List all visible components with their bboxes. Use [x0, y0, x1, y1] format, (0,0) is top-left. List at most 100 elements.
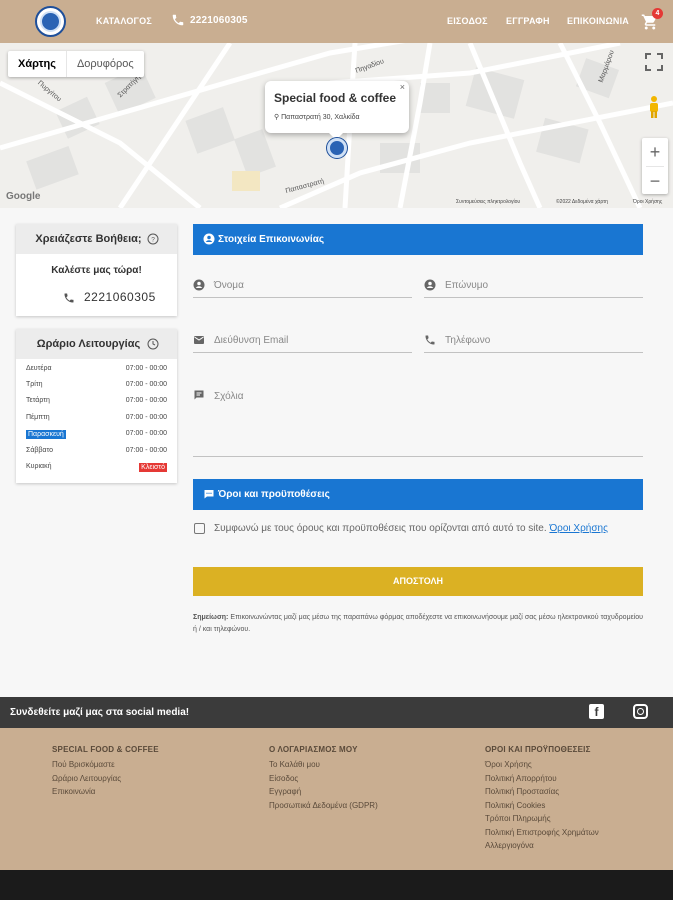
terms-agreement-text: Συμφωνώ με τους όρους και προϋποθέσεις π… — [214, 523, 547, 534]
footer-link[interactable]: Τρόποι Πληρωμής — [485, 812, 599, 826]
note-text: Επικοινωνώντας μαζί μας μέσω της παραπάν… — [193, 614, 643, 633]
help-subtitle: Καλέστε μας τώρα! — [51, 265, 142, 276]
email-field[interactable]: Διεύθυνση Email — [193, 331, 412, 353]
pegman-icon[interactable] — [648, 95, 660, 119]
help-title: Χρειάζεστε Βοήθεια; — [35, 233, 142, 245]
help-phone-number[interactable]: 2221060305 — [84, 290, 156, 304]
hours-day: Δευτέρα — [26, 365, 52, 372]
copyright-bar — [0, 870, 673, 900]
footer-col-account: Ο ΛΟΓΑΡΙΑΣΜΟΣ ΜΟΥ Το Καλάθι μου Είσοδος … — [269, 745, 378, 812]
help-card: Χρειάζεστε Βοήθεια; ? Καλέστε μας τώρα! … — [16, 224, 177, 316]
comments-placeholder: Σχόλια — [214, 391, 244, 402]
phone-placeholder: Τηλέφωνο — [445, 335, 491, 346]
terms-header: Όροι και προϋποθέσεις — [193, 479, 643, 510]
phone-icon — [172, 14, 184, 26]
terms-of-use-link[interactable]: Όροι Χρήσης — [549, 523, 607, 534]
hours-day: Τετάρτη — [26, 397, 50, 404]
facebook-icon[interactable]: f — [589, 704, 604, 719]
first-name-placeholder: Όνομα — [214, 280, 244, 291]
last-name-field[interactable]: Επώνυμο — [424, 276, 643, 298]
terms-checkbox[interactable] — [194, 523, 205, 534]
header-phone-link[interactable]: 2221060305 — [190, 15, 248, 26]
map-marker[interactable] — [327, 138, 347, 158]
footer-link[interactable]: Αλλεργιογόνα — [485, 839, 599, 853]
footer-link[interactable]: Πολιτική Επιστροφής Χρημάτων — [485, 826, 599, 840]
help-card-header: Χρειάζεστε Βοήθεια; ? — [16, 224, 177, 254]
clock-icon — [147, 338, 159, 350]
info-window-title: Special food & coffee — [274, 91, 397, 105]
footer-heading: ΟΡΟΙ ΚΑΙ ΠΡΟΫΠΟΘΕΣΕΙΣ — [485, 745, 591, 754]
nav-login-link[interactable]: ΕΙΣΟΔΟΣ — [447, 16, 488, 26]
phone-field[interactable]: Τηλέφωνο — [424, 331, 643, 353]
hours-day: Κυριακή — [26, 463, 52, 470]
footer-link[interactable]: Είσοδος — [269, 772, 378, 786]
user-icon — [203, 233, 215, 245]
footer-link[interactable]: Πού Βρισκόμαστε — [52, 758, 159, 772]
footer-link[interactable]: Εγγραφή — [269, 785, 378, 799]
cart-count-badge: 4 — [652, 8, 663, 19]
hours-time: 07:00 - 00:00 — [125, 365, 167, 372]
hours-day: Πέμπτη — [26, 414, 50, 421]
zoom-in-button[interactable]: + — [642, 138, 668, 166]
hours-time: 07:00 - 00:00 — [125, 447, 167, 454]
comments-field[interactable]: Σχόλια — [193, 388, 643, 457]
info-window-address: ⚲ Παπαστρατή 30, Χαλκίδα — [274, 113, 360, 121]
location-map[interactable]: Πηγαδίου Στρατήγη Πυργίτου Μαρμάρου Παπα… — [0, 43, 673, 208]
hours-time: 07:00 - 00:00 — [125, 430, 167, 437]
keyboard-shortcuts-link[interactable]: Συντομεύσεις πληκτρολογίου — [456, 199, 520, 205]
closed-badge: Κλειστό — [139, 463, 167, 472]
comment-icon — [194, 390, 204, 400]
email-placeholder: Διεύθυνση Email — [214, 335, 289, 346]
submit-button[interactable]: ΑΠΟΣΤΟΛΗ — [193, 567, 643, 596]
footer-link[interactable]: Όροι Χρήσης — [485, 758, 599, 772]
close-icon[interactable]: × — [400, 82, 405, 92]
hours-time: 07:00 - 00:00 — [125, 414, 167, 421]
nav-catalog-link[interactable]: ΚΑΤΑΛΟΓΟΣ — [96, 16, 152, 26]
social-bar: Συνδεθείτε μαζί μας στα social media! f — [0, 697, 673, 728]
footer-link[interactable]: Πολιτική Cookies — [485, 799, 599, 813]
nav-contact-link[interactable]: ΕΠΙΚΟΙΝΩΝΙΑ — [567, 16, 629, 26]
chat-bubble-icon — [204, 490, 214, 499]
hours-title: Ωράριο Λειτουργίας — [36, 338, 141, 350]
footer-link[interactable]: Ωράριο Λειτουργίας — [52, 772, 159, 786]
footer-heading: Ο ΛΟΓΑΡΙΑΣΜΟΣ ΜΟΥ — [269, 745, 358, 754]
form-note: Σημείωση: Επικοινωνώντας μαζί μας μέσω τ… — [193, 612, 643, 636]
footer-heading: SPECIAL FOOD & COFFEE — [52, 745, 159, 754]
user-icon — [193, 279, 205, 291]
zoom-out-button[interactable]: − — [642, 167, 668, 194]
footer-link[interactable]: Επικοινωνία — [52, 785, 159, 799]
envelope-icon — [194, 336, 204, 344]
terms-title: Όροι και προϋποθέσεις — [218, 489, 330, 500]
map-terms-link[interactable]: Όροι Χρήσης — [633, 199, 662, 205]
phone-icon — [64, 293, 74, 303]
footer-link[interactable]: Πολιτική Απορρήτου — [485, 772, 599, 786]
map-type-tabs: Χάρτης Δορυφόρος — [8, 51, 144, 77]
footer-col-terms: ΟΡΟΙ ΚΑΙ ΠΡΟΫΠΟΘΕΣΕΙΣ Όροι Χρήσης Πολιτι… — [485, 745, 599, 853]
nav-register-link[interactable]: ΕΓΓΡΑΦΗ — [506, 16, 550, 26]
footer-link[interactable]: Προσωπικά Δεδομένα (GDPR) — [269, 799, 378, 813]
top-navbar: ΚΑΤΑΛΟΓΟΣ 2221060305 ΕΙΣΟΔΟΣ ΕΓΓΡΑΦΗ ΕΠΙ… — [0, 0, 673, 43]
footer-link[interactable]: Πολιτική Προστασίας — [485, 785, 599, 799]
zoom-control: + − — [642, 138, 668, 194]
footer-link[interactable]: Το Καλάθι μου — [269, 758, 378, 772]
hours-time: 07:00 - 00:00 — [125, 397, 167, 404]
info-window-address-text: Παπαστρατή 30, Χαλκίδα — [281, 114, 360, 121]
tab-satellite[interactable]: Δορυφόρος — [67, 51, 144, 77]
hours-card-header: Ωράριο Λειτουργίας — [16, 329, 177, 359]
logo[interactable] — [35, 6, 66, 37]
map-data-credit: ©2022 Δεδομένα χάρτη — [556, 199, 608, 205]
note-label: Σημείωση: — [193, 614, 229, 621]
map-pin-icon: ⚲ — [274, 114, 280, 121]
svg-text:?: ? — [151, 237, 155, 244]
contact-info-title: Στοιχεία Επικοινωνίας — [218, 234, 325, 245]
social-label: Συνδεθείτε μαζί μας στα social media! — [10, 707, 190, 718]
contact-info-header: Στοιχεία Επικοινωνίας — [193, 224, 643, 255]
opening-hours-card: Ωράριο Λειτουργίας Δευτέρα 07:00 - 00:00 … — [16, 329, 177, 483]
first-name-field[interactable]: Όνομα — [193, 276, 412, 298]
tab-map[interactable]: Χάρτης — [8, 51, 67, 77]
fullscreen-icon[interactable] — [643, 51, 665, 73]
instagram-icon[interactable] — [633, 704, 648, 719]
hours-day-today: Παρασκευή — [26, 430, 66, 439]
user-icon — [424, 279, 436, 291]
logo-emblem — [40, 11, 61, 32]
